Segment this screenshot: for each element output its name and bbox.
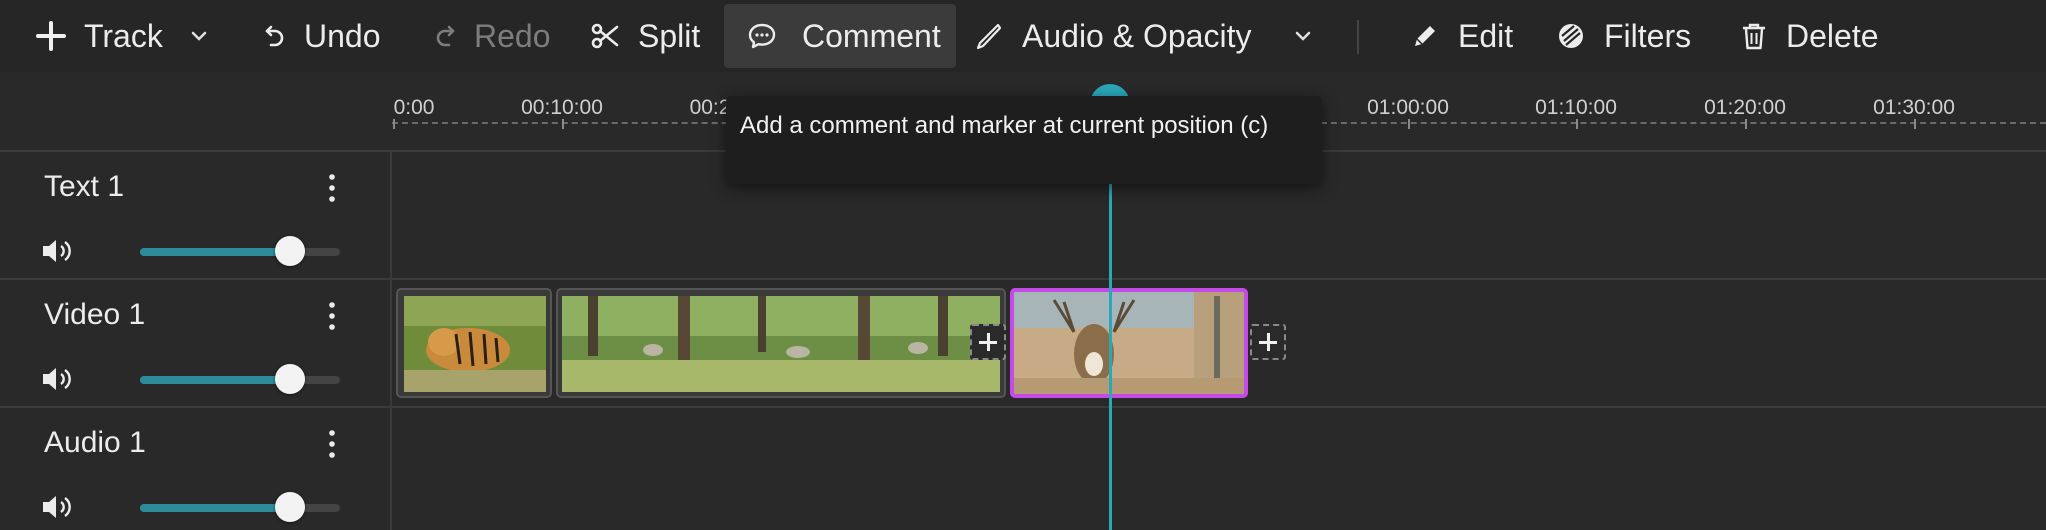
undo-button[interactable]: Undo	[262, 4, 381, 68]
filters-label: Filters	[1604, 17, 1692, 54]
video-clip-deer[interactable]	[1010, 288, 1248, 398]
ruler-tick-label: 01:30:00	[1873, 96, 1955, 119]
add-track-button[interactable]: Track	[36, 4, 163, 68]
volume-slider-fill	[140, 504, 290, 512]
comment-icon	[748, 23, 776, 49]
volume-slider[interactable]	[140, 492, 340, 522]
chevron-down-icon	[1295, 31, 1311, 41]
ruler-tick	[1576, 119, 1578, 129]
toolbar-divider	[1357, 20, 1359, 54]
ruler-tick-label: 00:10:00	[521, 96, 603, 119]
clip-thumbnail	[1014, 292, 1244, 394]
track-header-text-1: Text 1	[0, 152, 392, 278]
kebab-icon[interactable]	[322, 428, 342, 460]
ruler-tick-label: 01:10:00	[1535, 96, 1617, 119]
volume-icon[interactable]	[40, 492, 74, 522]
audio-opacity-label: Audio & Opacity	[1022, 17, 1252, 54]
undo-label: Undo	[304, 17, 381, 54]
trash-icon	[1743, 23, 1765, 50]
add-clip-button[interactable]	[1250, 324, 1286, 360]
delete-label: Delete	[1786, 17, 1879, 54]
track-name: Video 1	[44, 298, 146, 331]
ruler-tick-label: 01:20:00	[1704, 96, 1786, 119]
comment-button[interactable]: Comment	[724, 4, 956, 68]
track-menu-chevron[interactable]	[190, 4, 208, 68]
volume-slider-thumb[interactable]	[275, 492, 305, 522]
volume-slider-thumb[interactable]	[275, 236, 305, 266]
scissors-icon	[591, 23, 619, 49]
ruler-tick	[1914, 119, 1916, 129]
plus-icon	[36, 21, 66, 51]
edit-button[interactable]: Edit	[1410, 4, 1513, 68]
audio-opacity-chevron[interactable]	[1294, 4, 1312, 68]
edit-label: Edit	[1458, 17, 1514, 54]
timeline-toolbar: Track Undo Redo Split Comment Audio & Op…	[0, 0, 2046, 72]
ruler-tick-label: 0:00	[393, 96, 435, 119]
ruler-tick	[562, 119, 564, 129]
volume-icon[interactable]	[40, 364, 74, 394]
redo-icon	[436, 25, 455, 47]
ruler-tick	[1745, 119, 1747, 129]
kebab-icon[interactable]	[322, 300, 342, 332]
volume-slider[interactable]	[140, 236, 340, 266]
comment-label: Comment	[802, 17, 941, 54]
video-clip-tiger[interactable]	[396, 288, 552, 398]
clip-thumbnail	[562, 296, 1000, 392]
ruler-tick-label: 01:00:00	[1367, 96, 1449, 119]
pen-icon	[976, 23, 1002, 50]
kebab-icon[interactable]	[322, 172, 342, 204]
track-name: Text 1	[44, 170, 125, 203]
pencil-icon	[1415, 26, 1435, 46]
playhead-line[interactable]	[1109, 150, 1112, 530]
volume-slider-thumb[interactable]	[275, 364, 305, 394]
track-name: Audio 1	[44, 426, 146, 459]
filters-icon	[1559, 24, 1583, 48]
track-label: Track	[84, 17, 163, 54]
add-clip-button[interactable]	[970, 324, 1006, 360]
video-clip-forest[interactable]	[556, 288, 1006, 398]
ruler-tick-label: 00:2	[689, 96, 731, 119]
volume-icon[interactable]	[40, 236, 74, 266]
redo-label: Redo	[474, 17, 551, 54]
split-label: Split	[638, 17, 701, 54]
audio-opacity-button[interactable]: Audio & Opacity	[974, 4, 1251, 68]
volume-slider-fill	[140, 376, 290, 384]
volume-slider-fill	[140, 248, 290, 256]
undo-icon	[265, 25, 284, 47]
split-button[interactable]: Split	[590, 4, 700, 68]
filters-button[interactable]: Filters	[1556, 4, 1691, 68]
redo-button[interactable]: Redo	[432, 4, 551, 68]
volume-slider[interactable]	[140, 364, 340, 394]
ruler-tick	[393, 119, 395, 129]
track-header-video-1: Video 1	[0, 280, 392, 406]
track-header-audio-1: Audio 1	[0, 408, 392, 530]
clip-thumbnail	[404, 296, 546, 392]
ruler-tick	[1408, 119, 1410, 129]
comment-tooltip: Add a comment and marker at current posi…	[726, 96, 1322, 184]
delete-button[interactable]: Delete	[1740, 4, 1879, 68]
chevron-down-icon	[191, 31, 207, 41]
